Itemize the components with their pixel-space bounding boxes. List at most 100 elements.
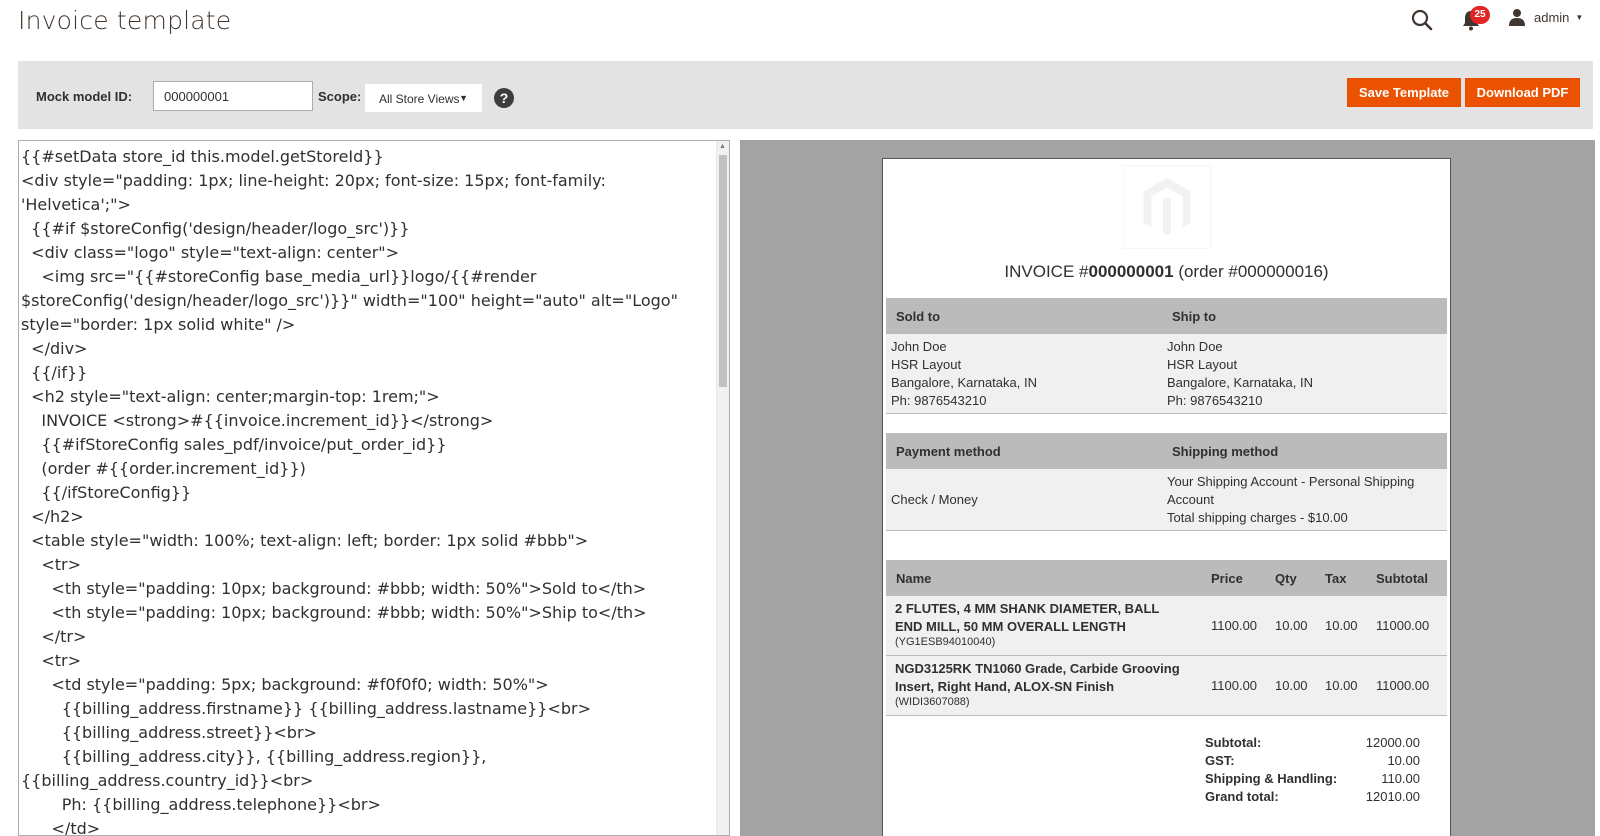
shipping-method-header: Shipping method xyxy=(1172,444,1279,459)
page-header: Invoice template 25 admin ▼ xyxy=(0,0,1600,60)
code-line: {{billing_address.city}}, {{billing_addr… xyxy=(21,747,487,766)
shipping-handling-label: Shipping & Handling: xyxy=(1205,771,1338,786)
address-table-header: Sold to Ship to xyxy=(886,298,1447,334)
save-template-button[interactable]: Save Template xyxy=(1347,78,1461,107)
invoice-title-prefix: INVOICE # xyxy=(1004,262,1089,281)
download-pdf-button[interactable]: Download PDF xyxy=(1465,78,1580,107)
code-line: INVOICE <strong>#{{invoice.increment_id}… xyxy=(21,411,494,430)
payment-method-value: Check / Money xyxy=(891,492,978,507)
table-row: NGD3125RK TN1060 Grade, Carbide Grooving… xyxy=(886,656,1447,716)
code-line: {{billing_address.country_id}}<br> xyxy=(21,771,314,790)
item-qty: 10.00 xyxy=(1275,618,1308,633)
code-line: <img src="{{#storeConfig base_media_url}… xyxy=(21,267,537,286)
gst-label: GST: xyxy=(1205,753,1235,768)
address-line: Bangalore, Karnataka, IN xyxy=(1167,375,1313,390)
item-name-line: NGD3125RK TN1060 Grade, Carbide Grooving xyxy=(895,661,1180,676)
item-sku: (YG1ESB94010040) xyxy=(895,636,996,648)
payment-method-header: Payment method xyxy=(896,444,1001,459)
code-line: {{/if}} xyxy=(21,363,88,382)
code-line: $storeConfig('design/header/logo_src')}}… xyxy=(21,291,678,310)
item-name: NGD3125RK TN1060 Grade, Carbide Grooving… xyxy=(895,660,1195,696)
store-logo-icon xyxy=(1123,165,1211,249)
address-line: Ph: 9876543210 xyxy=(1167,393,1263,408)
shipping-line: Your Shipping Account - Personal Shippin… xyxy=(1167,474,1415,489)
shipping-handling-value: 110.00 xyxy=(1381,771,1420,786)
sold-to-header: Sold to xyxy=(896,309,941,324)
item-sku: (WIDI3607088) xyxy=(895,696,970,708)
column-header-name: Name xyxy=(896,571,932,586)
template-code-editor[interactable]: {{#setData store_id this.model.getStoreI… xyxy=(18,140,730,836)
code-line: <tr> xyxy=(21,651,82,670)
code-line: </tr> xyxy=(21,627,87,646)
column-header-subtotal: Subtotal xyxy=(1376,571,1428,586)
code-line: {{#if $storeConfig('design/header/logo_s… xyxy=(21,219,410,238)
item-name-line: END MILL, 50 MM OVERALL LENGTH xyxy=(895,619,1126,634)
code-line: {{/ifStoreConfig}} xyxy=(21,483,192,502)
scope-label: Scope: xyxy=(318,89,362,104)
address-table-body: John Doe HSR Layout Bangalore, Karnataka… xyxy=(886,334,1447,414)
code-line: {{billing_address.street}}<br> xyxy=(21,723,317,742)
table-row: 2 FLUTES, 4 MM SHANK DIAMETER, BALL END … xyxy=(886,596,1447,656)
code-line: </td> xyxy=(21,819,101,836)
code-line: style="border: 1px solid white" /> xyxy=(21,315,296,334)
address-line: John Doe xyxy=(1167,339,1223,354)
items-table-header: Name Price Qty Tax Subtotal xyxy=(886,560,1447,596)
item-name: 2 FLUTES, 4 MM SHANK DIAMETER, BALL END … xyxy=(895,600,1195,636)
template-toolbar: Mock model ID: Scope: All Store Views ▼ … xyxy=(18,61,1593,129)
scope-selected-value: All Store Views xyxy=(379,92,460,106)
item-price: 1100.00 xyxy=(1211,678,1258,693)
address-line: HSR Layout xyxy=(1167,357,1238,372)
address-line: Ph: 9876543210 xyxy=(891,393,987,408)
subtotal-value: 12000.00 xyxy=(1365,735,1420,750)
code-line: (order #{{order.increment_id}}) xyxy=(21,459,306,478)
mock-model-id-input[interactable] xyxy=(153,81,313,111)
shipping-method-value: Your Shipping Account - Personal Shippin… xyxy=(1167,473,1414,527)
item-name-line: 2 FLUTES, 4 MM SHANK DIAMETER, BALL xyxy=(895,601,1160,616)
chevron-down-icon: ▼ xyxy=(1575,12,1584,22)
code-line: <td style="padding: 5px; background: #f0… xyxy=(21,675,549,694)
shipping-line: Account xyxy=(1167,492,1214,507)
sold-to-address: John Doe HSR Layout Bangalore, Karnataka… xyxy=(891,338,1037,410)
code-line: <tr> xyxy=(21,555,82,574)
grand-total-label: Grand total: xyxy=(1205,789,1279,804)
user-icon xyxy=(1509,9,1525,26)
code-line: <th style="padding: 10px; background: #b… xyxy=(21,603,647,622)
ship-to-address: John Doe HSR Layout Bangalore, Karnataka… xyxy=(1167,338,1313,410)
item-tax: 10.00 xyxy=(1325,678,1358,693)
code-line: <h2 style="text-align: center;margin-top… xyxy=(21,387,440,406)
invoice-preview-page: INVOICE #000000001 (order #000000016) So… xyxy=(882,158,1451,836)
gst-value: 10.00 xyxy=(1387,753,1420,768)
address-line: John Doe xyxy=(891,339,947,354)
methods-table-body: Check / Money Your Shipping Account - Pe… xyxy=(886,469,1447,531)
search-icon[interactable] xyxy=(1410,8,1434,32)
mock-model-id-label: Mock model ID: xyxy=(36,89,133,104)
column-header-qty: Qty xyxy=(1275,571,1297,586)
code-line: <th style="padding: 10px; background: #b… xyxy=(21,579,647,598)
column-header-tax: Tax xyxy=(1325,571,1347,586)
scope-select[interactable]: All Store Views ▼ xyxy=(364,83,483,113)
notification-count-badge[interactable]: 25 xyxy=(1470,6,1490,24)
scrollbar-thumb[interactable] xyxy=(719,155,727,387)
subtotal-label: Subtotal: xyxy=(1205,735,1262,750)
editor-scrollbar[interactable]: ▲ xyxy=(716,141,729,835)
item-subtotal: 11000.00 xyxy=(1376,618,1430,633)
address-line: Bangalore, Karnataka, IN xyxy=(891,375,1037,390)
column-header-price: Price xyxy=(1211,571,1243,586)
order-reference: (order #000000016) xyxy=(1178,262,1329,281)
code-line: 'Helvetica';"> xyxy=(21,195,131,214)
item-price: 1100.00 xyxy=(1211,618,1258,633)
invoice-heading: INVOICE #000000001 (order #000000016) xyxy=(883,262,1450,282)
methods-table-header: Payment method Shipping method xyxy=(886,433,1447,469)
user-name: admin xyxy=(1534,9,1570,25)
item-subtotal: 11000.00 xyxy=(1376,678,1430,693)
item-qty: 10.00 xyxy=(1275,678,1308,693)
chevron-down-icon: ▼ xyxy=(459,93,468,103)
code-line: Ph: {{billing_address.telephone}}<br> xyxy=(21,795,381,814)
code-line: {{#ifStoreConfig sales_pdf/invoice/put_o… xyxy=(21,435,447,454)
scroll-up-arrow-icon[interactable]: ▲ xyxy=(719,143,726,150)
ship-to-header: Ship to xyxy=(1172,309,1217,324)
code-line: </h2> xyxy=(21,507,84,526)
admin-user-menu[interactable]: admin ▼ xyxy=(1508,6,1583,28)
help-icon[interactable]: ? xyxy=(494,88,514,108)
item-tax: 10.00 xyxy=(1325,618,1358,633)
